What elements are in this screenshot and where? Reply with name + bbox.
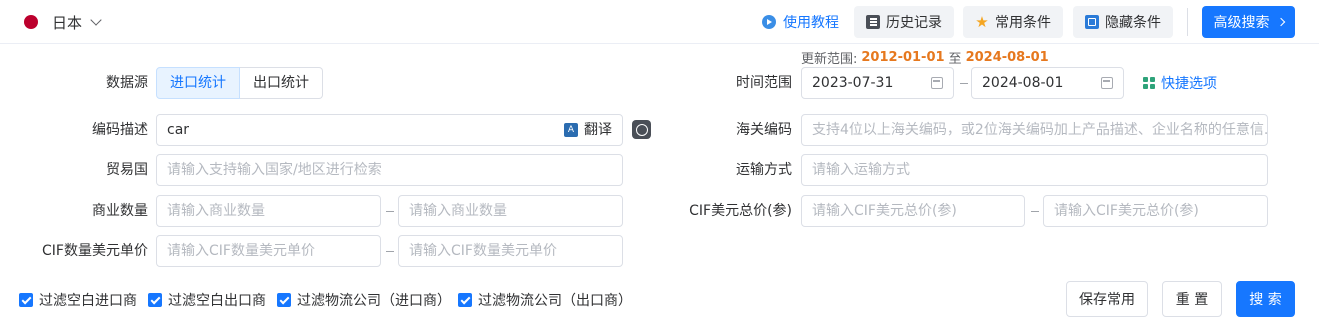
country-name: 日本 [52, 13, 83, 32]
chevron-right-icon [1276, 17, 1285, 27]
filter-label: 过滤物流公司（出口商） [478, 293, 632, 309]
update-range-sep: 至 [948, 51, 962, 67]
hide-label: 隐藏条件 [1105, 15, 1161, 31]
play-icon [762, 15, 776, 29]
transport-input[interactable]: 请输入运输方式 [801, 154, 1268, 186]
history-button[interactable]: 历史记录 [854, 6, 954, 38]
reset-button[interactable]: 重 置 [1162, 281, 1222, 317]
quantity-min-input[interactable]: 请输入商业数量 [156, 195, 381, 227]
cif-unit-max-placeholder: 请输入CIF数量美元单价 [409, 243, 557, 259]
start-date-value: 2023-07-31 [812, 75, 894, 91]
calendar-icon [931, 77, 943, 89]
end-date-input[interactable]: 2024-08-01 [971, 67, 1124, 99]
chevron-down-icon [90, 13, 102, 26]
cif-unit-label: CIF数量美元单价 [42, 243, 148, 259]
checkbox-checked-icon [277, 293, 291, 307]
update-range-end: 2024-08-01 [965, 49, 1049, 65]
grid-icon [1143, 77, 1155, 89]
data-source-toggle: 进口统计 出口统计 [156, 67, 323, 99]
filter-logistics-importer-checkbox[interactable]: 过滤物流公司（进口商） [277, 291, 451, 309]
hide-icon [1085, 15, 1099, 29]
range-dash [1031, 211, 1039, 212]
time-range-label: 时间范围 [736, 75, 792, 91]
history-icon [866, 15, 880, 29]
quantity-max-placeholder: 请输入商业数量 [409, 203, 507, 219]
hs-code-input[interactable]: 支持4位以上海关编码，或2位海关编码加上产品描述、企业名称的任意信... [801, 114, 1268, 146]
filter-blank-importer-checkbox[interactable]: 过滤空白进口商 [19, 291, 137, 309]
hs-code-placeholder: 支持4位以上海关编码，或2位海关编码加上产品描述、企业名称的任意信... [812, 122, 1268, 138]
history-label: 历史记录 [886, 15, 942, 31]
quick-options-label: 快捷选项 [1161, 76, 1217, 92]
cif-unit-max-input[interactable]: 请输入CIF数量美元单价 [398, 235, 623, 267]
star-icon: ★ [975, 13, 989, 31]
range-dash [386, 251, 394, 252]
end-date-value: 2024-08-01 [982, 75, 1064, 91]
top-bar: 日本 使用教程 历史记录 ★ 常用条件 隐藏条件 高级搜索 [0, 0, 1319, 44]
filter-label: 过滤物流公司（进口商） [297, 293, 451, 309]
quantity-max-input[interactable]: 请输入商业数量 [398, 195, 623, 227]
code-desc-input[interactable]: car A 翻译 [156, 114, 623, 146]
code-desc-value: car [167, 122, 190, 138]
favorites-button[interactable]: ★ 常用条件 [963, 6, 1063, 38]
country-selector[interactable]: 日本 [24, 10, 102, 34]
import-stats-option[interactable]: 进口统计 [156, 67, 240, 99]
save-favorite-button[interactable]: 保存常用 [1066, 281, 1148, 317]
start-date-input[interactable]: 2023-07-31 [801, 67, 954, 99]
update-range-start: 2012-01-01 [861, 49, 945, 65]
translate-button[interactable]: A 翻译 [564, 115, 612, 145]
export-stats-option[interactable]: 出口统计 [240, 67, 323, 99]
trade-country-placeholder: 请输入支持输入国家/地区进行检索 [167, 162, 382, 178]
quantity-min-placeholder: 请输入商业数量 [167, 203, 265, 219]
cif-total-max-input[interactable]: 请输入CIF美元总价(参) [1043, 195, 1268, 227]
trade-country-label: 贸易国 [106, 162, 148, 178]
translate-icon: A [564, 123, 578, 137]
checkbox-checked-icon [19, 293, 33, 307]
cif-unit-min-input[interactable]: 请输入CIF数量美元单价 [156, 235, 381, 267]
translate-label: 翻译 [584, 122, 612, 138]
divider [1187, 8, 1188, 36]
range-dash [960, 83, 968, 84]
code-desc-label: 编码描述 [92, 122, 148, 138]
tutorial-label: 使用教程 [783, 15, 839, 31]
cif-total-min-placeholder: 请输入CIF美元总价(参) [812, 203, 957, 219]
cif-total-min-input[interactable]: 请输入CIF美元总价(参) [801, 195, 1025, 227]
data-source-label: 数据源 [106, 75, 148, 91]
tutorial-link[interactable]: 使用教程 [762, 10, 839, 34]
calendar-icon [1101, 77, 1113, 89]
cif-total-max-placeholder: 请输入CIF美元总价(参) [1054, 203, 1199, 219]
japan-flag-icon [24, 15, 38, 29]
advanced-search-label: 高级搜索 [1213, 15, 1270, 31]
filter-blank-exporter-checkbox[interactable]: 过滤空白出口商 [148, 291, 266, 309]
transport-placeholder: 请输入运输方式 [812, 162, 910, 178]
hs-code-label: 海关编码 [736, 122, 792, 138]
update-range-note: 更新范围: 2012-01-01 至 2024-08-01 [801, 48, 1049, 67]
filter-label: 过滤空白出口商 [168, 293, 266, 309]
trade-country-input[interactable]: 请输入支持输入国家/地区进行检索 [156, 154, 623, 186]
search-button[interactable]: 搜 索 [1236, 281, 1295, 317]
quantity-label: 商业数量 [92, 203, 148, 219]
filter-logistics-exporter-checkbox[interactable]: 过滤物流公司（出口商） [458, 291, 632, 309]
quick-options-link[interactable]: 快捷选项 [1143, 67, 1217, 99]
range-dash [386, 211, 394, 212]
checkbox-checked-icon [458, 293, 472, 307]
advanced-search-button[interactable]: 高级搜索 [1202, 6, 1295, 38]
cif-unit-min-placeholder: 请输入CIF数量美元单价 [167, 243, 315, 259]
transport-label: 运输方式 [736, 162, 792, 178]
update-range-label: 更新范围: [801, 51, 858, 67]
checkbox-checked-icon [148, 293, 162, 307]
favorites-label: 常用条件 [995, 15, 1051, 31]
cif-total-label: CIF美元总价(参) [689, 203, 792, 219]
filter-label: 过滤空白进口商 [39, 293, 137, 309]
hide-conditions-button[interactable]: 隐藏条件 [1073, 6, 1173, 38]
